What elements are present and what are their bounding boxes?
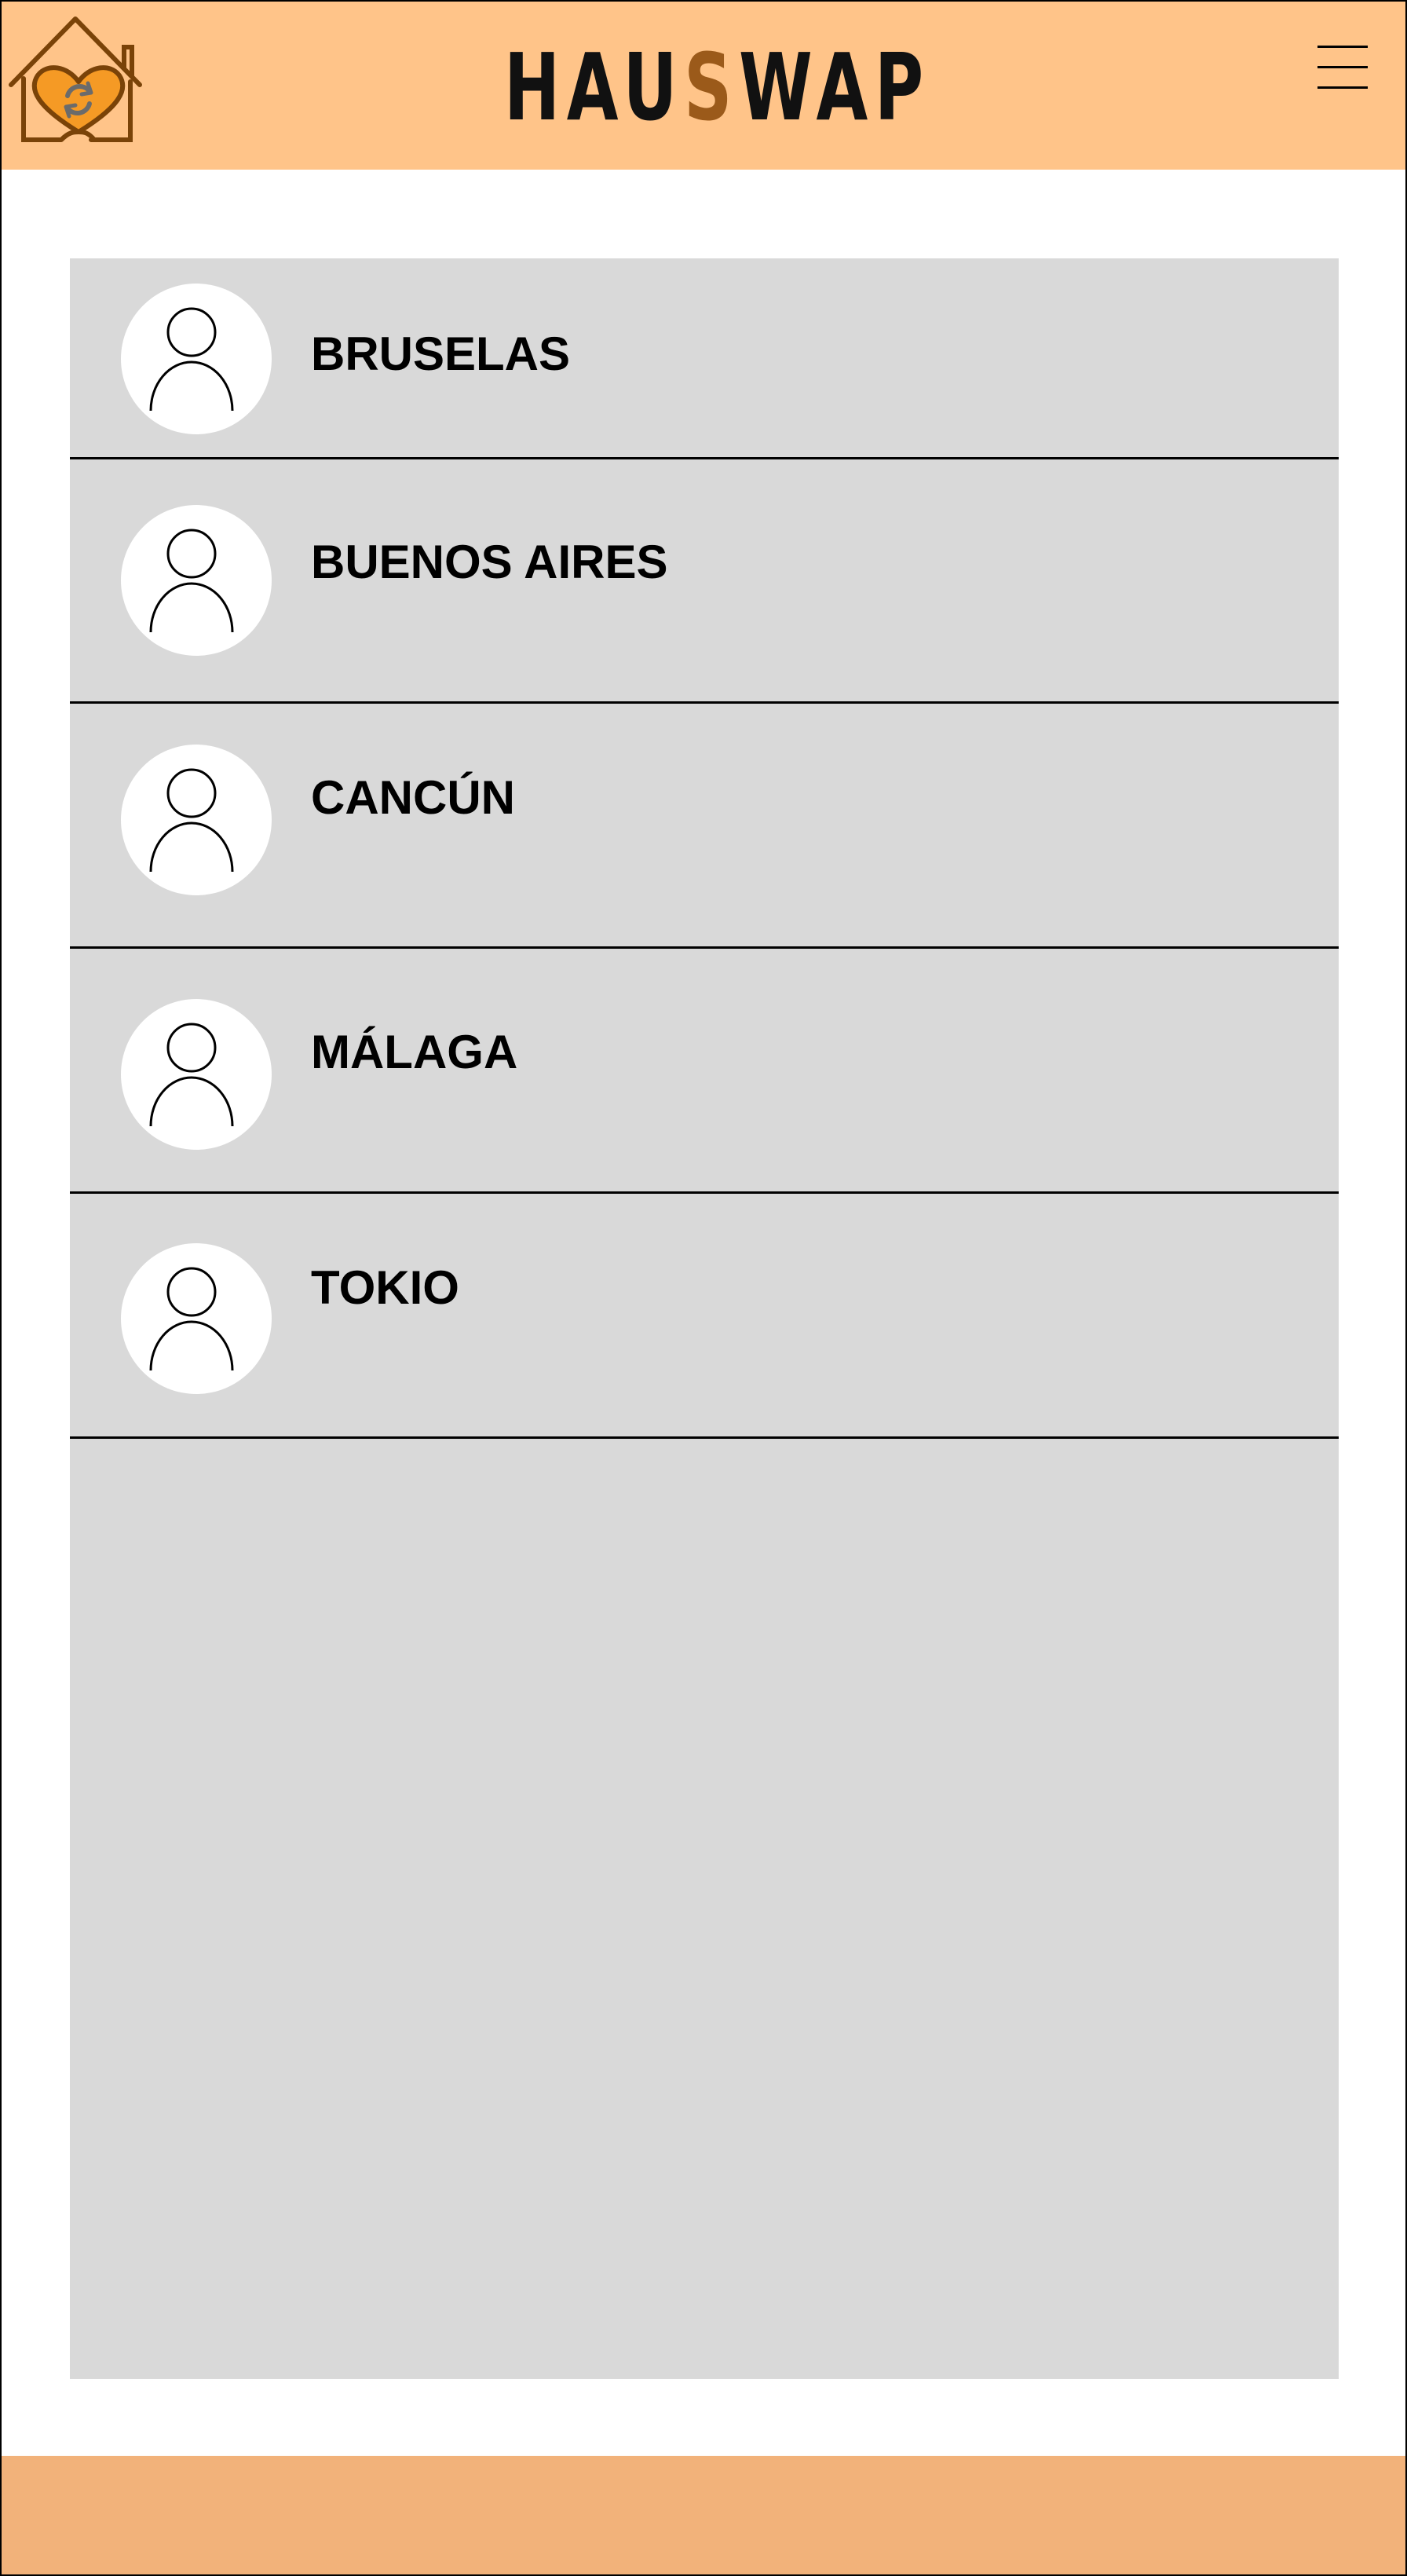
user-avatar-icon	[121, 505, 272, 656]
list-item-buenos-aires[interactable]: BUENOS AIRES	[70, 459, 1339, 700]
menu-bar-bottom	[1317, 86, 1368, 89]
menu-bar-middle	[1317, 66, 1368, 68]
app-header: HAUSWAP	[0, 0, 1407, 170]
hamburger-menu-icon[interactable]	[1311, 42, 1368, 93]
city-name: CANCÚN	[311, 771, 515, 824]
app-footer	[0, 2456, 1407, 2576]
destination-list: BRUSELAS BUENOS AIRES CANCÚN MÁLAGA TOKI…	[70, 258, 1339, 2379]
brand-accent-letter: S	[684, 33, 740, 141]
list-item-bruselas[interactable]: BRUSELAS	[70, 258, 1339, 457]
list-item-malaga[interactable]: MÁLAGA	[70, 949, 1339, 1191]
user-avatar-icon	[121, 999, 272, 1150]
city-name: TOKIO	[311, 1261, 459, 1314]
divider	[70, 1436, 1339, 1439]
user-avatar-icon	[121, 1243, 272, 1394]
brand-title: HAUSWAP	[504, 41, 930, 134]
user-avatar-icon	[121, 745, 272, 895]
list-item-tokio[interactable]: TOKIO	[70, 1194, 1339, 1436]
house-heart-logo-icon[interactable]	[6, 14, 148, 146]
brand-prefix: HAU	[504, 33, 685, 141]
user-avatar-icon	[121, 284, 272, 434]
brand-suffix: WAP	[739, 33, 930, 141]
list-item-cancun[interactable]: CANCÚN	[70, 704, 1339, 946]
city-name: BUENOS AIRES	[311, 536, 668, 588]
city-name: MÁLAGA	[311, 1026, 518, 1078]
city-name: BRUSELAS	[311, 327, 571, 380]
menu-bar-top	[1317, 46, 1368, 48]
